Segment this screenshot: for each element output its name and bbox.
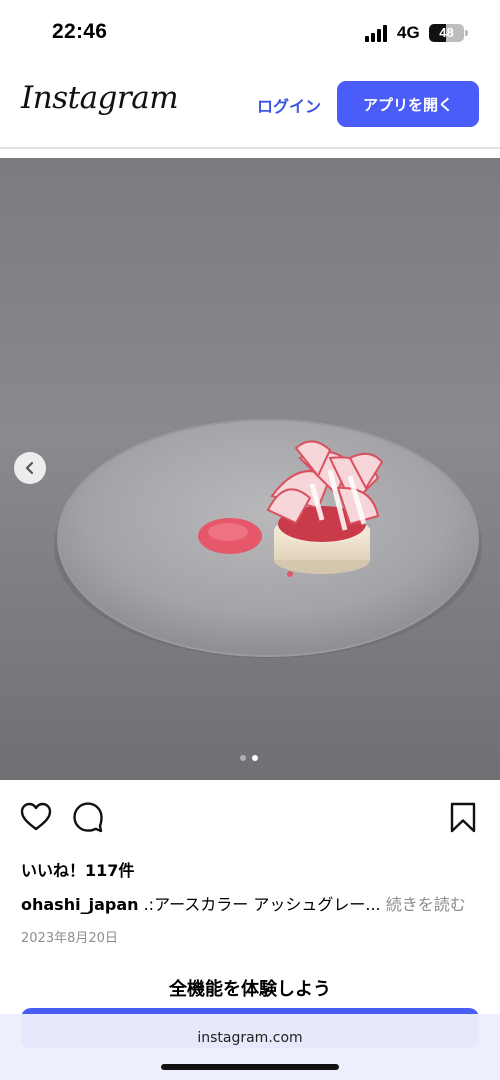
network-type: 4G <box>397 23 420 42</box>
bookmark-icon[interactable] <box>446 800 480 834</box>
promo-title: 全機能を体験しよう <box>169 979 331 1000</box>
likes-count[interactable]: いいね！117件 <box>21 857 134 881</box>
login-link[interactable]: ログイン <box>257 93 321 117</box>
home-indicator[interactable] <box>161 1064 339 1070</box>
read-more-link[interactable]: 続きを読む <box>386 895 466 914</box>
carousel-dot <box>240 755 246 761</box>
post-date: 2023年8月20日 <box>21 931 118 946</box>
battery-icon: 48 <box>429 24 464 42</box>
post-actions <box>0 800 500 840</box>
app-header: Instagram ログイン アプリを開く <box>0 68 500 148</box>
header-divider <box>0 147 500 149</box>
instagram-logo[interactable]: Instagram <box>21 80 179 116</box>
heart-icon[interactable] <box>19 800 53 834</box>
post-caption: ohashi_japan .:アースカラー アッシュグレー... 続きを読む <box>21 891 491 915</box>
dessert-plate-image <box>54 419 482 658</box>
caption-text: .:アースカラー アッシュグレー... <box>138 895 386 914</box>
carousel-prev-button[interactable] <box>14 452 46 484</box>
chevron-left-icon <box>25 461 34 475</box>
carousel-indicator <box>240 755 258 761</box>
battery-tip <box>465 30 468 36</box>
open-app-button[interactable]: アプリを開く <box>337 81 479 127</box>
url-text[interactable]: instagram.com <box>0 1030 500 1046</box>
caption-username[interactable]: ohashi_japan <box>21 895 139 914</box>
battery-percent: 48 <box>439 25 454 40</box>
comment-icon[interactable] <box>71 800 105 834</box>
post-photo[interactable] <box>0 158 500 780</box>
carousel-dot-active <box>252 755 258 761</box>
browser-address-bar[interactable]: instagram.com <box>0 1014 500 1080</box>
status-bar: 22:46 4G 48 <box>0 0 500 68</box>
status-time: 22:46 <box>52 20 108 43</box>
cellular-signal-icon <box>365 24 391 42</box>
